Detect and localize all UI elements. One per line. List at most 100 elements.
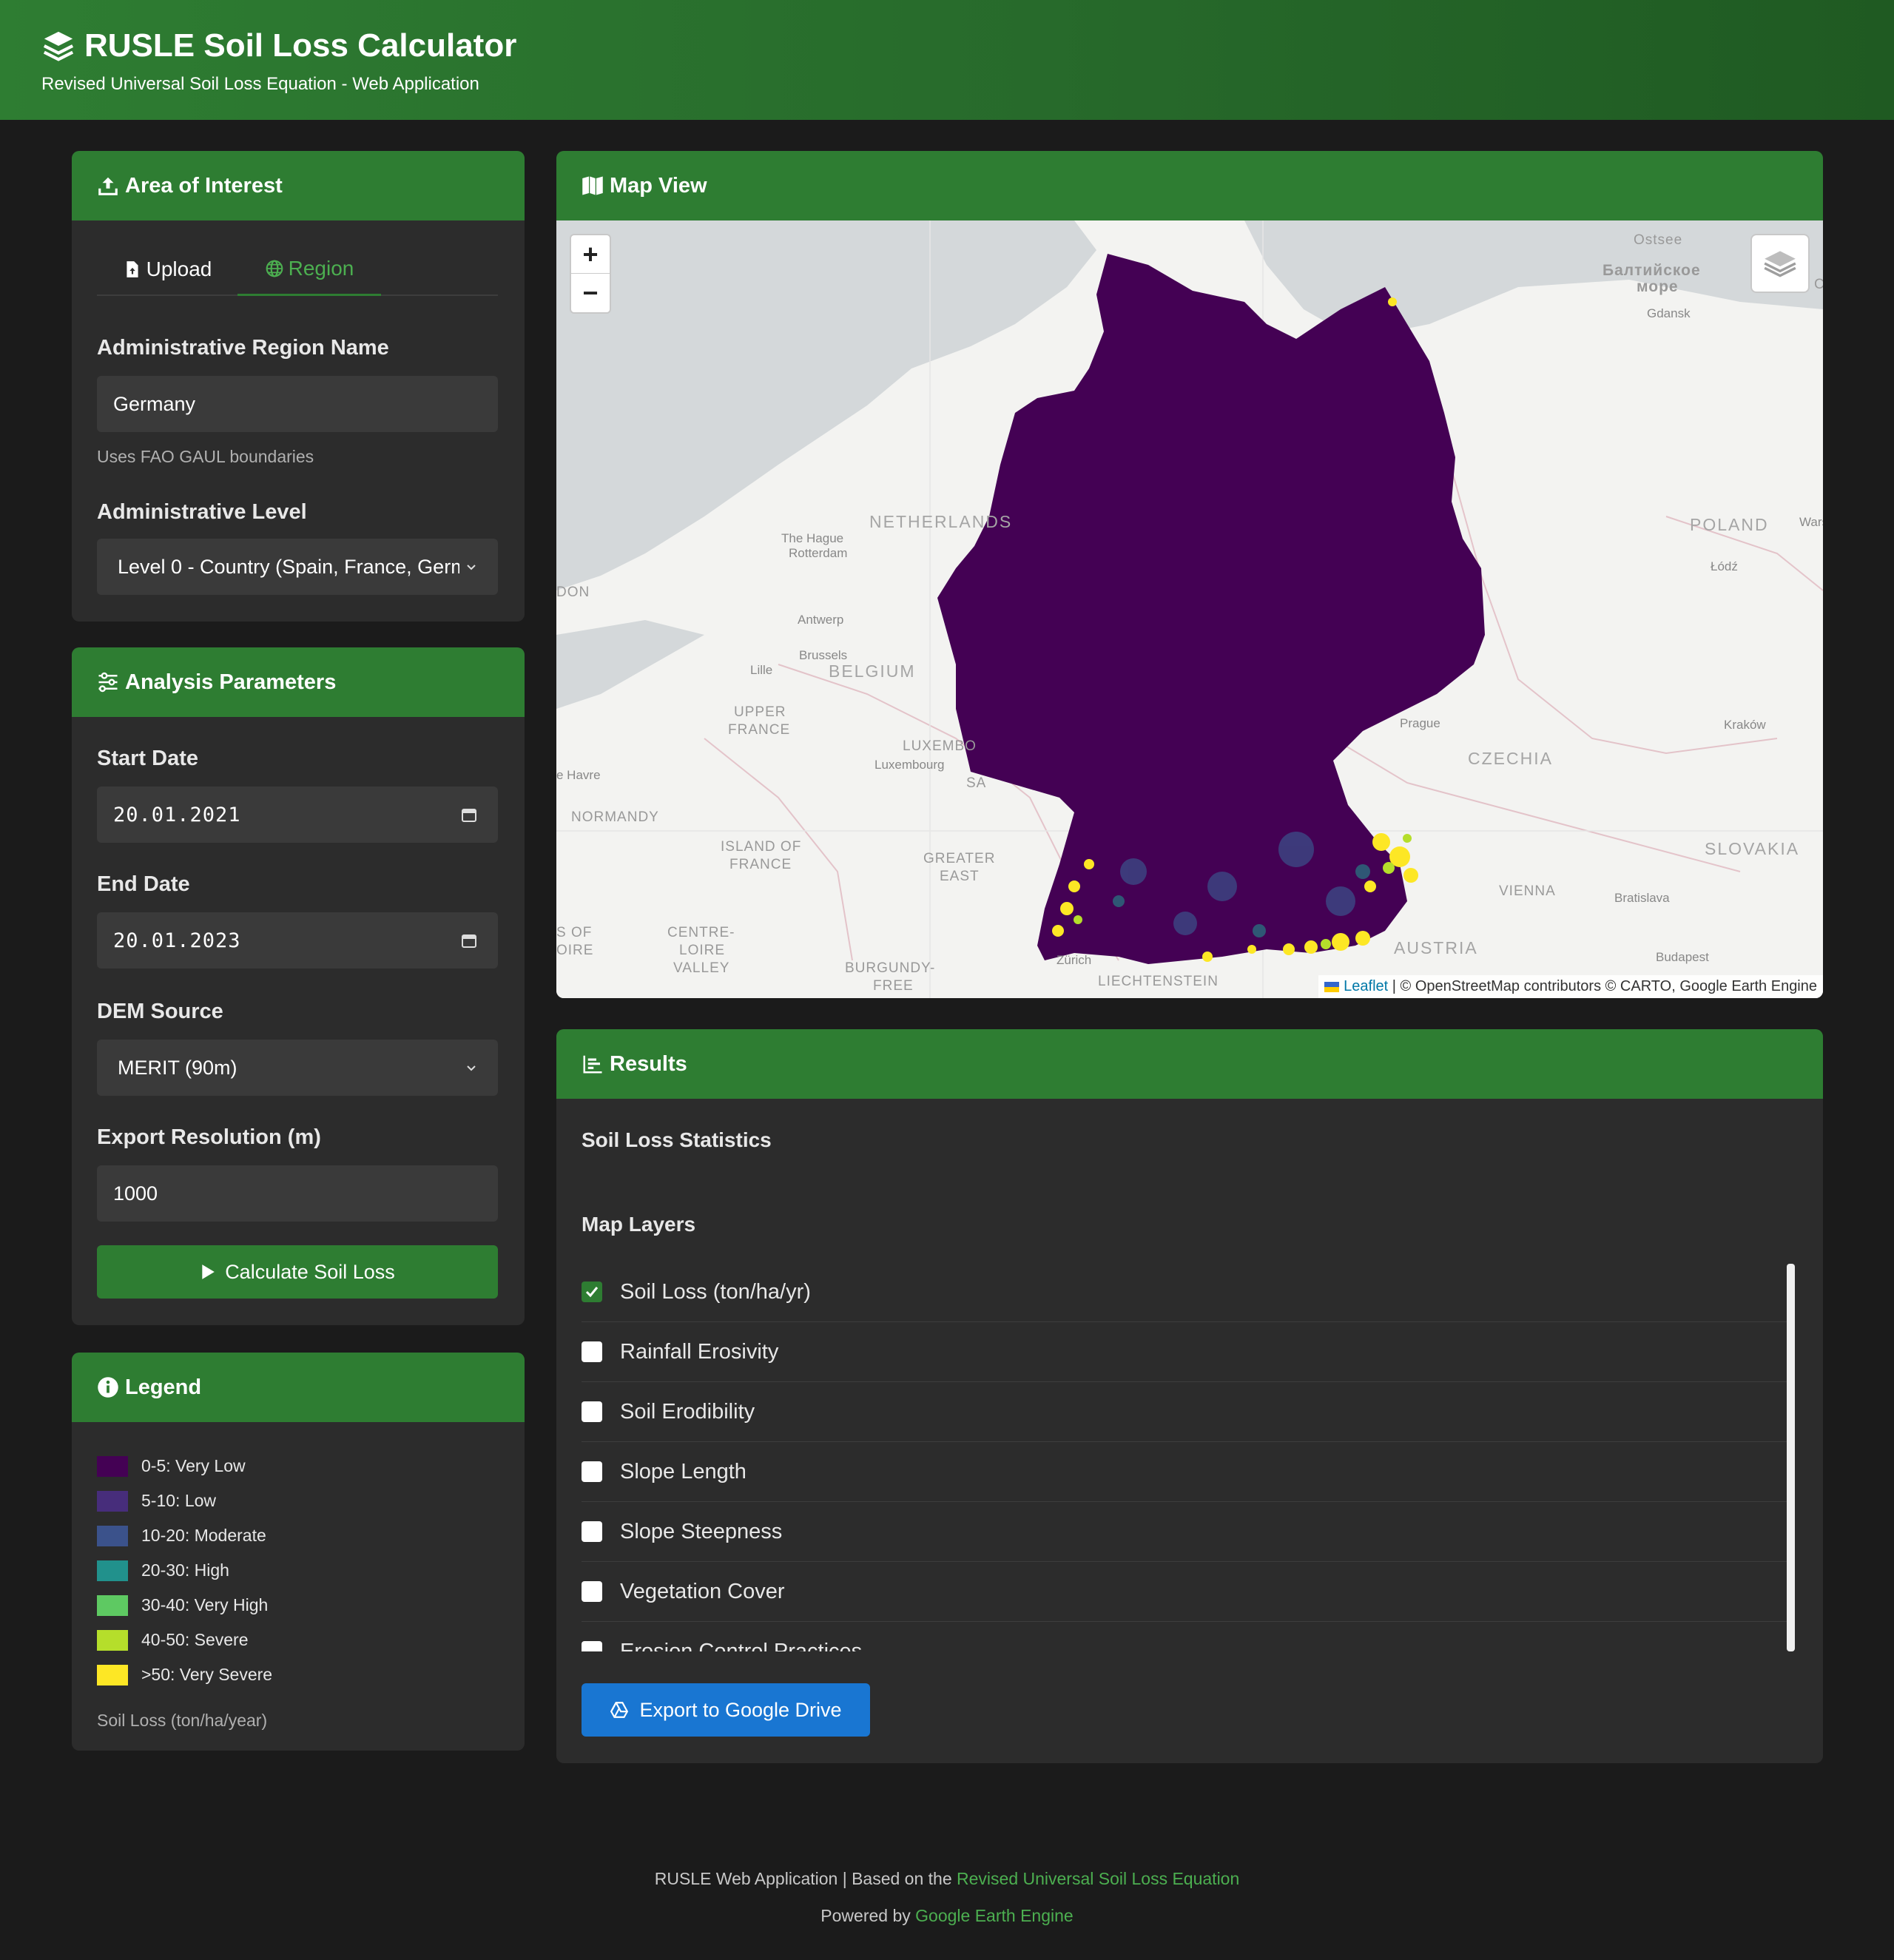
map-label-zurich: Zürich (1056, 953, 1092, 967)
end-date-input[interactable]: 20.01.2023 (97, 912, 498, 969)
map-label-poland: POLAND (1690, 515, 1769, 534)
footer-line-1: RUSLE Web Application | Based on the Rev… (0, 1869, 1894, 1889)
legend-label: 10-20: Moderate (141, 1526, 266, 1545)
map-label-don: DON (556, 585, 590, 600)
map-label-centre3: VALLEY (673, 960, 730, 976)
export-drive-button[interactable]: Export to Google Drive (582, 1683, 870, 1737)
zoom-in-button[interactable]: + (571, 235, 610, 274)
layers-control-button[interactable] (1750, 234, 1810, 293)
region-name-value: Germany (113, 392, 196, 415)
map-label-lodz: Łódź (1711, 559, 1738, 573)
map-label-liechtenstein: LIECHTENSTEIN (1098, 974, 1219, 989)
calendar-icon[interactable] (461, 806, 477, 823)
map-label-budapest: Budapest (1656, 950, 1709, 964)
zoom-out-button[interactable]: − (571, 274, 610, 312)
map-label-burgundy2: FREE (873, 978, 914, 994)
admin-level-label: Administrative Level (97, 500, 307, 524)
app-title: RUSLE Soil Loss Calculator (84, 27, 517, 64)
map-canvas[interactable]: Ostsee Балтийское море Gdansk AL C NETHE… (556, 220, 1823, 998)
layer-checkbox[interactable] (582, 1461, 602, 1482)
layer-checkbox[interactable] (582, 1341, 602, 1362)
map-label-prague: Prague (1400, 716, 1440, 730)
start-date-value: 20.01.2021 (113, 803, 241, 826)
map-label-rotterdam: Rotterdam (789, 546, 848, 560)
legend-panel: Legend 0-5: Very Low 5-10: Low 10-20: Mode… (72, 1353, 525, 1751)
region-name-input[interactable]: Germany (97, 376, 498, 432)
params-panel-header: Analysis Parameters (72, 647, 525, 717)
layer-row[interactable]: Rainfall Erosivity (582, 1322, 1787, 1382)
chart-bar-icon (583, 1055, 602, 1074)
layer-row[interactable]: Slope Length (582, 1442, 1787, 1502)
layer-row[interactable]: Vegetation Cover (582, 1562, 1787, 1622)
map-label-of: S OF (556, 925, 593, 940)
layer-label: Slope Steepness (620, 1519, 783, 1543)
layer-checkbox[interactable] (582, 1521, 602, 1542)
layer-row[interactable]: Erosion Control Practices (582, 1622, 1787, 1651)
layer-checkbox[interactable] (582, 1641, 602, 1651)
dem-source-select[interactable]: MERIT (90m) (97, 1040, 498, 1096)
map-label-c: C (1814, 277, 1823, 292)
start-date-input[interactable]: 20.01.2021 (97, 787, 498, 843)
map-label-burgundy1: BURGUNDY- (845, 960, 936, 976)
map-label-baltic1: Балтийское (1603, 262, 1701, 279)
map-label-vienna: VIENNA (1499, 883, 1556, 899)
basemap[interactable] (556, 220, 1823, 998)
admin-level-select[interactable]: Level 0 - Country (Spain, France, German… (97, 539, 498, 595)
layer-checkbox[interactable] (582, 1581, 602, 1602)
chevron-down-icon (467, 565, 476, 570)
legend-unit: Soil Loss (ton/ha/year) (97, 1711, 268, 1730)
region-help-text: Uses FAO GAUL boundaries (97, 447, 314, 466)
legend-label: 30-40: Very High (141, 1595, 269, 1614)
layer-checkbox[interactable] (582, 1282, 602, 1302)
export-drive-label: Export to Google Drive (639, 1698, 842, 1721)
check-icon (585, 1287, 599, 1298)
map-label-normandy: NORMANDY (571, 809, 659, 825)
layer-checkbox[interactable] (582, 1401, 602, 1422)
layer-row[interactable]: Slope Steepness (582, 1502, 1787, 1562)
map-layers-heading: Map Layers (582, 1213, 696, 1236)
aoi-panel-header: Area of Interest (72, 151, 525, 220)
map-label-austria: AUSTRIA (1394, 938, 1478, 957)
admin-level-value: Level 0 - Country (Spain, France, German… (118, 555, 459, 578)
aoi-panel: Area of Interest Upload Region Administr… (72, 151, 525, 622)
legend-label: 5-10: Low (141, 1491, 217, 1510)
tab-region[interactable]: Region (237, 243, 381, 296)
sliders-icon (98, 672, 118, 693)
footer-line-1-text: RUSLE Web Application | Based on the (654, 1869, 957, 1888)
info-icon (98, 1377, 118, 1398)
map-label-warsaw: Warsa (1799, 515, 1823, 529)
map-label-baltic2: море (1637, 278, 1679, 295)
layer-row[interactable]: Soil Erodibility (582, 1382, 1787, 1442)
export-resolution-input[interactable]: 1000 (97, 1165, 498, 1222)
app-title-row: RUSLE Soil Loss Calculator (41, 25, 516, 67)
map-label-centre1: CENTRE- (667, 925, 735, 940)
region-name-label: Administrative Region Name (97, 336, 389, 360)
legend-item: >50: Very Severe (97, 1657, 272, 1692)
calculate-button[interactable]: Calculate Soil Loss (97, 1245, 498, 1299)
tab-region-label: Region (288, 256, 354, 280)
legend-item: 30-40: Very High (97, 1588, 272, 1623)
gee-link[interactable]: Google Earth Engine (915, 1906, 1074, 1925)
map-label-upper2: FRANCE (728, 722, 791, 738)
map-attribution: Leaflet | © OpenStreetMap contributors ©… (1318, 975, 1823, 998)
upload-icon (98, 177, 118, 195)
legend-swatch (97, 1664, 128, 1685)
map-label-havre: e Havre (556, 768, 601, 782)
tab-upload-label: Upload (146, 257, 212, 280)
legend-label: 40-50: Severe (141, 1630, 249, 1649)
app-header: RUSLE Soil Loss Calculator Revised Unive… (0, 0, 1894, 120)
layer-label: Soil Erodibility (620, 1399, 755, 1424)
leaflet-link[interactable]: Leaflet (1344, 978, 1388, 995)
aoi-tabs: Upload Region (97, 243, 498, 296)
tab-upload[interactable]: Upload (97, 243, 237, 296)
dem-source-label: DEM Source (97, 1000, 223, 1023)
calendar-icon[interactable] (461, 932, 477, 949)
layers-scrollbar[interactable] (1787, 1264, 1795, 1651)
rusle-link[interactable]: Revised Universal Soil Loss Equation (957, 1869, 1239, 1888)
map-label-centre2: LOIRE (679, 943, 726, 958)
layer-row[interactable]: Soil Loss (ton/ha/yr) (582, 1262, 1787, 1322)
export-resolution-value: 1000 (113, 1182, 158, 1205)
play-icon (202, 1264, 215, 1279)
map-label-netherlands: NETHERLANDS (869, 512, 1013, 531)
legend-panel-header: Legend (72, 1353, 525, 1422)
